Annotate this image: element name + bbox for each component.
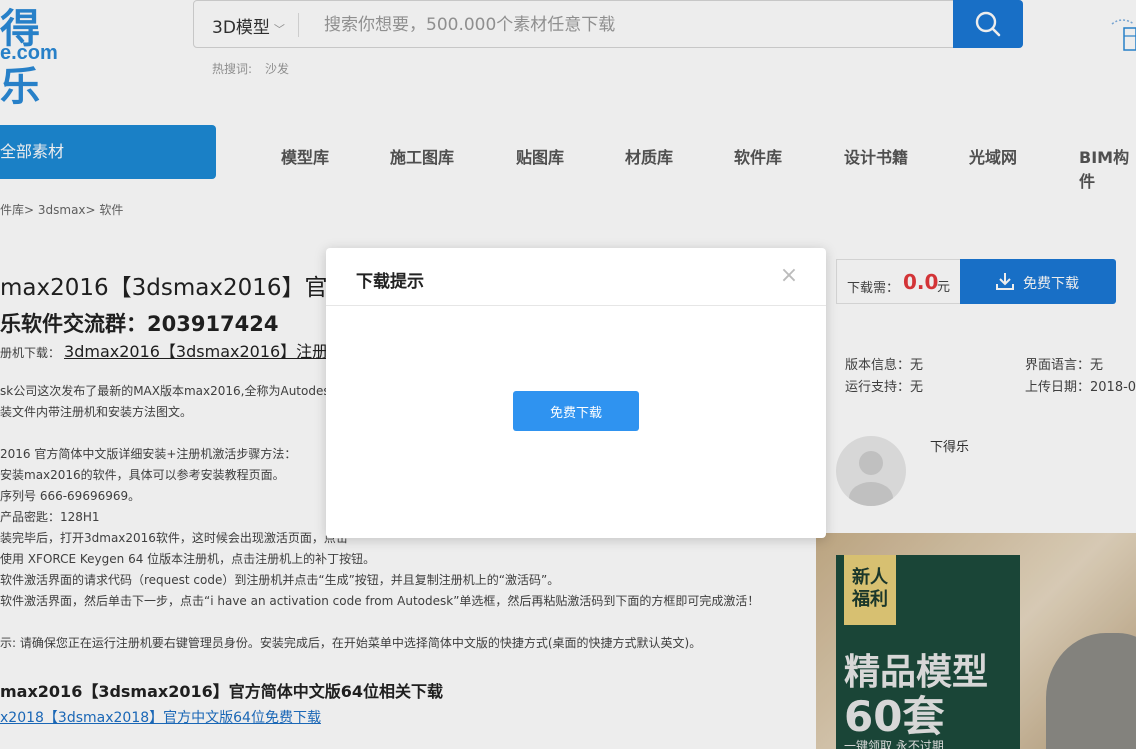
close-icon[interactable]: × — [778, 264, 800, 288]
modal-title: 下载提示 — [356, 272, 424, 292]
download-modal: 下载提示 × 免费下载 — [326, 248, 826, 538]
free-download-button[interactable]: 免费下载 — [513, 391, 639, 431]
modal-divider — [326, 305, 826, 306]
